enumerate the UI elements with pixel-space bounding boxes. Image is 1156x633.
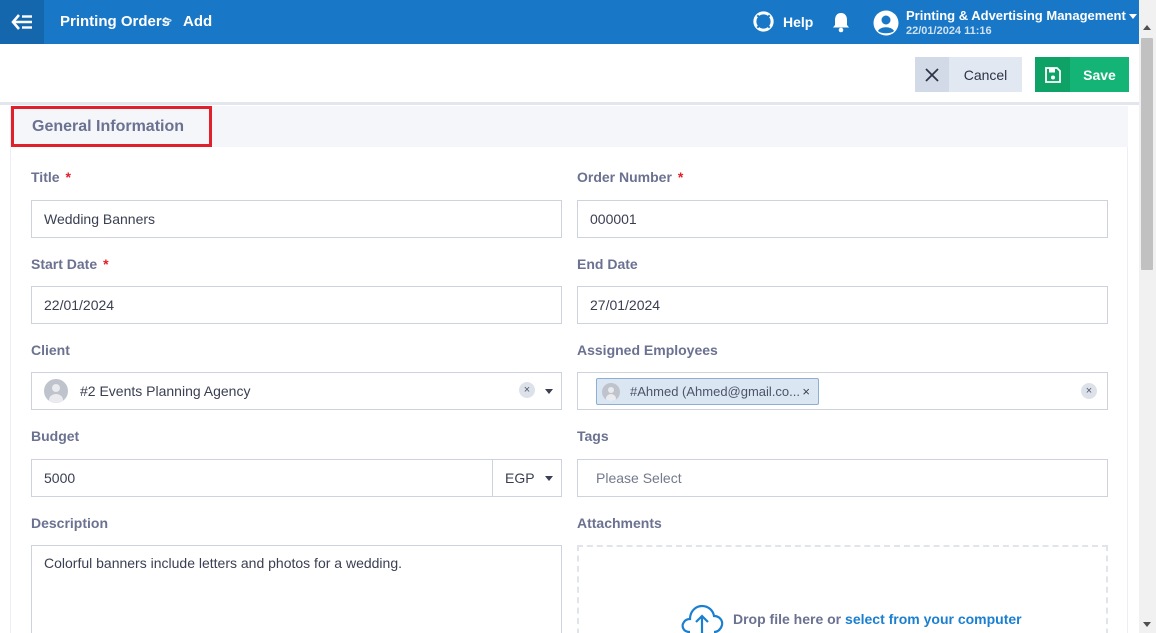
description-label: Description <box>31 515 109 531</box>
user-datetime: 22/01/2024 11:16 <box>906 25 992 37</box>
budget-label: Budget <box>31 428 80 444</box>
clear-employees-button[interactable]: × <box>1081 383 1097 399</box>
back-arrow-icon <box>11 14 32 30</box>
breadcrumb-add: Add <box>183 13 213 30</box>
budget-input[interactable]: 5000 <box>31 459 493 497</box>
description-textarea[interactable]: Colorful banners include letters and pho… <box>31 545 562 633</box>
back-button[interactable] <box>0 0 44 44</box>
user-menu[interactable]: Printing & Advertising Management <box>906 8 1137 23</box>
cancel-button[interactable]: Cancel <box>915 57 1022 92</box>
person-icon <box>44 379 68 403</box>
tags-select[interactable]: Please Select <box>577 459 1108 497</box>
end-date-value: 27/01/2024 <box>590 297 661 313</box>
start-date-input[interactable]: 22/01/2024 <box>31 286 562 324</box>
required-mark: * <box>103 256 109 272</box>
remove-chip-icon[interactable]: × <box>802 384 810 399</box>
user-name: Printing & Advertising Management <box>906 8 1126 23</box>
assigned-employees-select[interactable]: #Ahmed (Ahmed@gmail.co... × × <box>577 372 1108 410</box>
chevron-down-icon[interactable] <box>545 476 553 481</box>
start-date-value: 22/01/2024 <box>44 297 115 313</box>
client-label: Client <box>31 342 70 358</box>
title-value: Wedding Banners <box>44 211 156 227</box>
bell-icon[interactable] <box>831 11 851 33</box>
employee-chip: #Ahmed (Ahmed@gmail.co... × <box>596 378 819 405</box>
required-mark: * <box>65 169 71 185</box>
lifebuoy-icon <box>753 11 774 32</box>
cancel-label: Cancel <box>963 66 1008 83</box>
tags-placeholder: Please Select <box>596 470 682 486</box>
currency-select[interactable]: EGP <box>492 459 562 497</box>
end-date-label: End Date <box>577 256 638 272</box>
breadcrumb-printing-orders[interactable]: Printing Orders <box>60 13 170 30</box>
required-mark: * <box>677 169 684 185</box>
person-icon <box>602 382 620 401</box>
scroll-down-arrow-icon[interactable] <box>1143 622 1151 627</box>
user-avatar-icon[interactable] <box>873 10 899 36</box>
description-value: Colorful banners include letters and pho… <box>44 555 402 571</box>
assigned-employees-label: Assigned Employees <box>577 342 718 358</box>
order-number-input[interactable]: 000001 <box>577 200 1108 238</box>
select-from-computer-link[interactable]: select from your computer <box>845 611 1022 627</box>
section-title: General Information <box>11 106 212 147</box>
chevron-down-icon <box>1128 14 1137 20</box>
help-button[interactable]: Help <box>752 10 813 33</box>
cloud-upload-icon <box>681 604 724 633</box>
title-input[interactable]: Wedding Banners <box>31 200 562 238</box>
order-number-value: 000001 <box>590 211 637 227</box>
clear-client-button[interactable]: × <box>519 382 535 398</box>
start-date-label: Start Date * <box>31 256 109 272</box>
scroll-thumb[interactable] <box>1141 38 1153 270</box>
employee-chip-label: #Ahmed (Ahmed@gmail.co... <box>630 384 800 399</box>
scrollbar[interactable] <box>1139 0 1156 633</box>
top-bar: Printing Orders > Add Help Printing & Ad… <box>0 0 1139 44</box>
currency-value: EGP <box>505 470 535 486</box>
tags-label: Tags <box>577 428 609 444</box>
order-number-label: Order Number * <box>577 169 684 185</box>
action-bar: Cancel Save <box>0 44 1139 105</box>
save-button[interactable]: Save <box>1035 57 1129 92</box>
client-value: #2 Events Planning Agency <box>80 383 251 399</box>
budget-value: 5000 <box>44 470 76 486</box>
end-date-input[interactable]: 27/01/2024 <box>577 286 1108 324</box>
dropzone-text: Drop file here or select from your compu… <box>733 611 1022 627</box>
save-label: Save <box>1083 66 1116 83</box>
scroll-up-arrow-icon[interactable] <box>1143 25 1151 30</box>
breadcrumb-separator: > <box>164 12 173 28</box>
panel-header: General Information <box>11 106 1128 147</box>
close-icon <box>925 67 939 82</box>
chevron-down-icon[interactable] <box>545 389 553 394</box>
save-icon <box>1044 66 1061 83</box>
attachments-label: Attachments <box>577 515 662 531</box>
client-select[interactable]: #2 Events Planning Agency × <box>31 372 562 410</box>
help-label: Help <box>783 13 814 30</box>
title-label: Title * <box>31 169 71 185</box>
